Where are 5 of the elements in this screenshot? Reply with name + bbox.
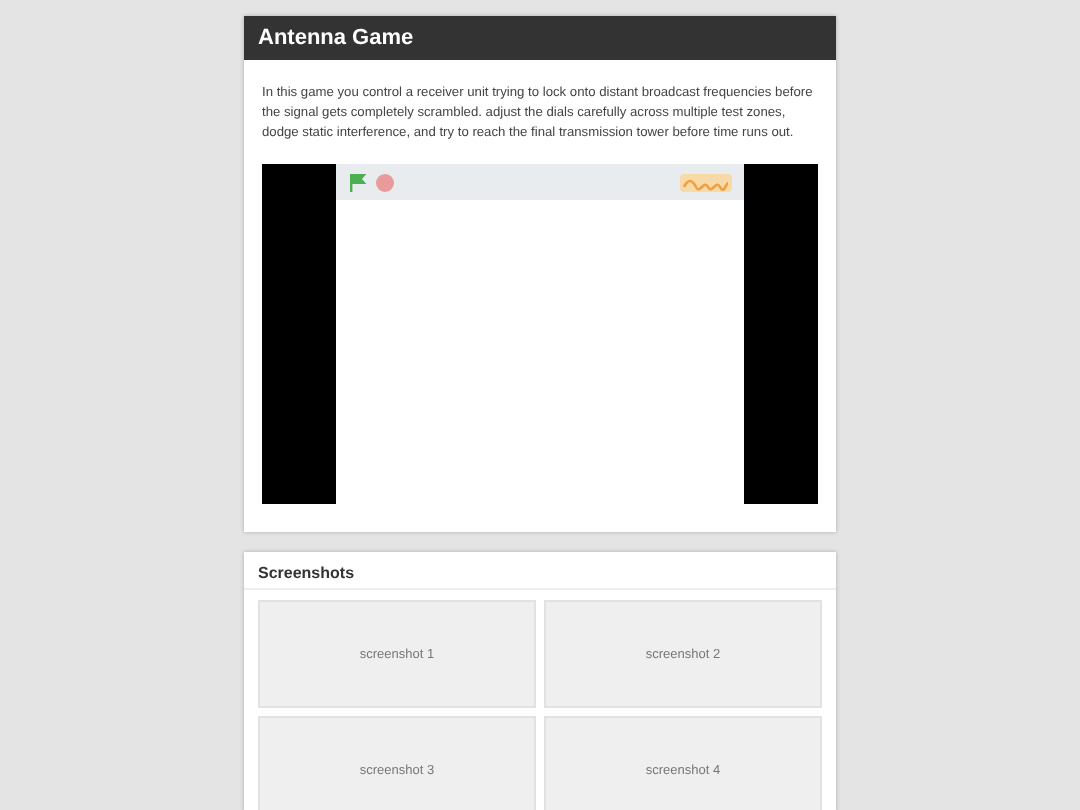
- section-title: Screenshots: [244, 552, 836, 590]
- flag-icon[interactable]: [348, 173, 368, 191]
- logo-icon: [680, 173, 732, 191]
- stop-icon[interactable]: [376, 173, 394, 191]
- game-title: Antenna Game: [244, 16, 836, 60]
